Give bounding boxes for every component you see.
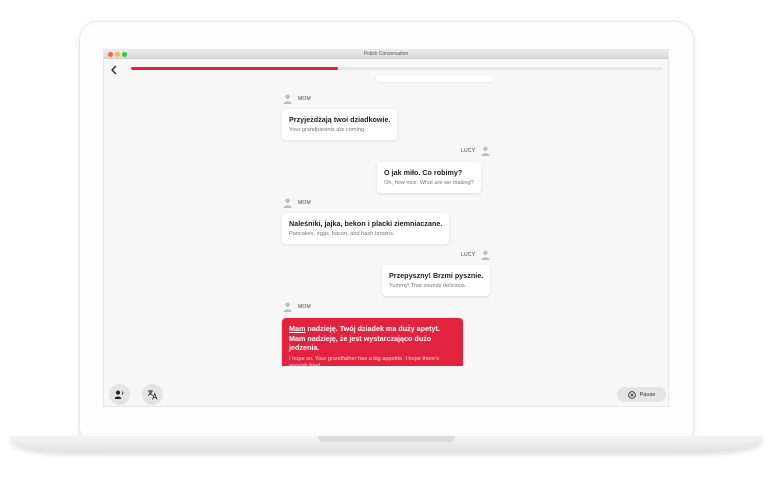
pause-icon xyxy=(627,390,636,399)
highlighted-word[interactable]: Mam xyxy=(289,324,305,333)
message-bubble[interactable]: Przyjeżdżają twoi dziadkowie. Your grand… xyxy=(282,109,398,140)
polish-text: Naleśniki, jajka, bekon i placki ziemnia… xyxy=(289,219,443,228)
speak-button[interactable] xyxy=(109,384,130,405)
polish-text: Przyjeżdżają twoi dziadkowie. xyxy=(289,115,391,124)
active-message-bubble[interactable]: Mam nadzieję. Twój dziadek ma duży apety… xyxy=(282,318,463,366)
person-icon xyxy=(283,302,292,312)
speaker-name: MOM xyxy=(298,96,311,102)
app-window: Polish Conversation MOM Przyjeżdżają two… xyxy=(103,49,669,407)
speaker-label: MOM xyxy=(283,198,311,208)
english-translation: Your grandparents are coming. xyxy=(289,127,366,133)
english-translation: Yummy! That sounds delicious. xyxy=(389,283,467,289)
speaker-label: LUCY xyxy=(461,146,490,156)
message-bubble[interactable]: Naleśniki, jajka, bekon i placki ziemnia… xyxy=(282,213,450,244)
message-bubble[interactable]: O jak miło. Co robimy? Oh, how nice. Wha… xyxy=(377,162,481,193)
english-translation: I hope so. Your grandfather has a big ap… xyxy=(289,355,440,367)
speaker-name: LUCY xyxy=(461,148,476,154)
english-translation: Pancakes, eggs, bacon, and hash browns. xyxy=(289,231,395,237)
lesson-progress-fill xyxy=(131,67,339,70)
speaker-name: MOM xyxy=(298,200,311,206)
translate-button[interactable] xyxy=(142,384,163,405)
polish-text-rest: nadzieję. Twój dziadek ma duży apetyt. M… xyxy=(289,324,440,352)
window-title: Polish Conversation xyxy=(363,51,409,57)
back-button[interactable] xyxy=(108,63,120,75)
conversation-area[interactable]: MOM Przyjeżdżają twoi dziadkowie. Your g… xyxy=(104,76,668,366)
laptop-notch xyxy=(318,436,455,442)
stage: Polish Conversation MOM Przyjeżdżają two… xyxy=(0,0,773,478)
title-bar: Polish Conversation xyxy=(104,50,668,59)
pause-button[interactable]: Pause xyxy=(617,387,666,402)
speaker-name: LUCY xyxy=(461,252,476,258)
speaker-label: MOM xyxy=(283,94,311,104)
message-bubble[interactable]: Przepyszny! Brzmi pysznie. Yummy! That s… xyxy=(382,265,491,296)
polish-text: Przepyszny! Brzmi pysznie. xyxy=(389,271,484,280)
translate-icon xyxy=(147,390,158,400)
speaker-name: MOM xyxy=(298,304,311,310)
person-icon xyxy=(481,250,490,260)
speaker-label: LUCY xyxy=(461,250,490,260)
lesson-progress-bar xyxy=(131,67,663,70)
person-icon xyxy=(481,146,490,156)
pause-label: Pause xyxy=(639,391,656,398)
polish-text: Mam nadzieję. Twój dziadek ma duży apety… xyxy=(289,324,456,353)
speak-icon xyxy=(114,390,124,399)
chevron-left-icon xyxy=(111,65,117,75)
polish-text: O jak miło. Co robimy? xyxy=(384,168,463,177)
english-translation: Oh, how nice. What are we making? xyxy=(384,180,474,186)
person-icon xyxy=(283,198,292,208)
speaker-label: MOM xyxy=(283,302,311,312)
previous-message-bubble xyxy=(376,76,492,82)
person-icon xyxy=(283,94,292,104)
